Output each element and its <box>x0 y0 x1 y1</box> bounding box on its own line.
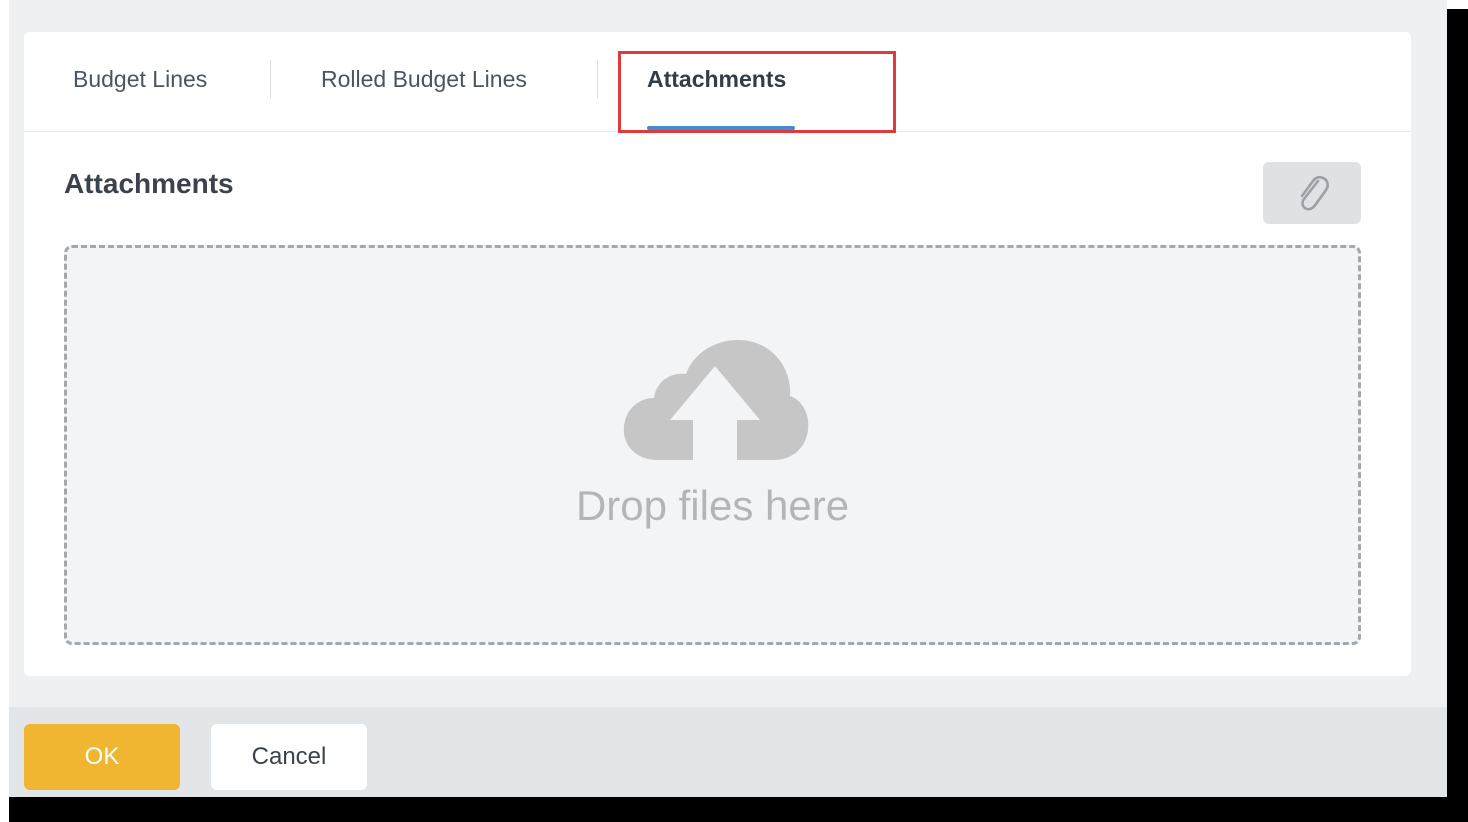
cloud-upload-icon <box>623 340 809 460</box>
window-edge-right <box>1447 9 1468 822</box>
paperclip-icon <box>1300 175 1329 211</box>
dialog-footer: OK Cancel <box>9 707 1447 797</box>
tab-divider <box>270 60 271 98</box>
content-card: Budget Lines Rolled Budget Lines Attachm… <box>24 32 1411 676</box>
tab-divider <box>597 60 598 98</box>
tab-rolled-budget-lines[interactable]: Rolled Budget Lines <box>321 32 527 131</box>
section-title: Attachments <box>64 168 234 199</box>
dropzone-text: Drop files here <box>575 482 850 529</box>
attach-file-button[interactable] <box>1263 162 1361 224</box>
annotation-highlight-box <box>618 51 896 133</box>
ok-button[interactable]: OK <box>24 724 180 790</box>
window-edge-bottom <box>9 797 1468 822</box>
tab-budget-lines[interactable]: Budget Lines <box>73 32 207 131</box>
cancel-button[interactable]: Cancel <box>211 724 367 790</box>
file-dropzone[interactable]: Drop files here <box>64 245 1361 645</box>
